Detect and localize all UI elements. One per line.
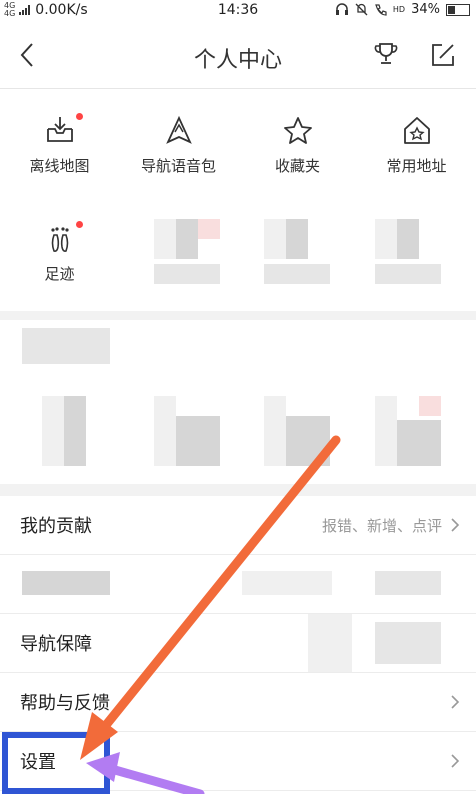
battery-percent: 34% <box>411 2 440 17</box>
edit-icon[interactable] <box>430 42 456 68</box>
status-right: HD 34% <box>335 2 470 17</box>
shortcut-label: 离线地图 <box>29 157 90 175</box>
shortcut-footprint[interactable]: 足迹 <box>0 221 119 284</box>
menu-item-obscured[interactable] <box>0 555 476 614</box>
call-icon <box>375 4 387 16</box>
shortcut-label: 收藏夹 <box>274 157 320 175</box>
footprint-icon <box>42 221 83 257</box>
shortcut-label: 常用地址 <box>386 157 447 175</box>
shortcut-label: 足迹 <box>44 265 75 283</box>
menu-item-subtitle: 报错、新增、点评 <box>321 517 442 535</box>
page-title: 个人中心 <box>193 48 282 73</box>
chevron-right-icon <box>451 518 460 532</box>
obscured-card <box>0 320 476 484</box>
shortcut-offline-map[interactable]: 离线地图 <box>0 113 119 176</box>
battery-icon <box>446 3 470 16</box>
shortcut-label: 导航语音包 <box>140 157 216 175</box>
headset-icon <box>335 3 348 15</box>
menu-item-label: 帮助与反馈 <box>20 693 110 714</box>
header-bar: 个人中心 <box>0 22 476 89</box>
star-icon <box>280 113 316 149</box>
badge-dot <box>75 113 83 120</box>
hd-label: HD <box>392 5 406 14</box>
chevron-right-icon <box>451 695 460 709</box>
menu-item-help-feedback[interactable]: 帮助与反馈 <box>0 673 476 732</box>
menu-item-navigation-guarantee[interactable]: 导航保障 <box>0 614 476 673</box>
chevron-right-icon <box>451 754 460 768</box>
shortcut-grid: 离线地图 导航语音包 收藏夹 常用地址 足迹 <box>0 89 476 311</box>
mute-bell-icon <box>355 3 368 16</box>
download-tray-icon <box>42 113 83 149</box>
trophy-icon[interactable] <box>372 40 400 68</box>
status-bar: 4G 4G 0.00K/s 14:36 HD 34% <box>0 0 476 22</box>
shortcut-favorites[interactable]: 收藏夹 <box>238 113 357 176</box>
menu-item-label: 导航保障 <box>20 634 92 655</box>
home-star-icon <box>399 113 435 149</box>
menu-item-label: 我的贡献 <box>20 516 92 537</box>
highlight-box <box>2 732 110 794</box>
menu-item-contribution[interactable]: 我的贡献 报错、新增、点评 <box>0 496 476 555</box>
shortcut-common-address[interactable]: 常用地址 <box>357 113 476 176</box>
badge-dot <box>75 221 83 228</box>
navigation-voice-icon <box>161 113 197 149</box>
shortcut-voice-pack[interactable]: 导航语音包 <box>119 113 238 176</box>
